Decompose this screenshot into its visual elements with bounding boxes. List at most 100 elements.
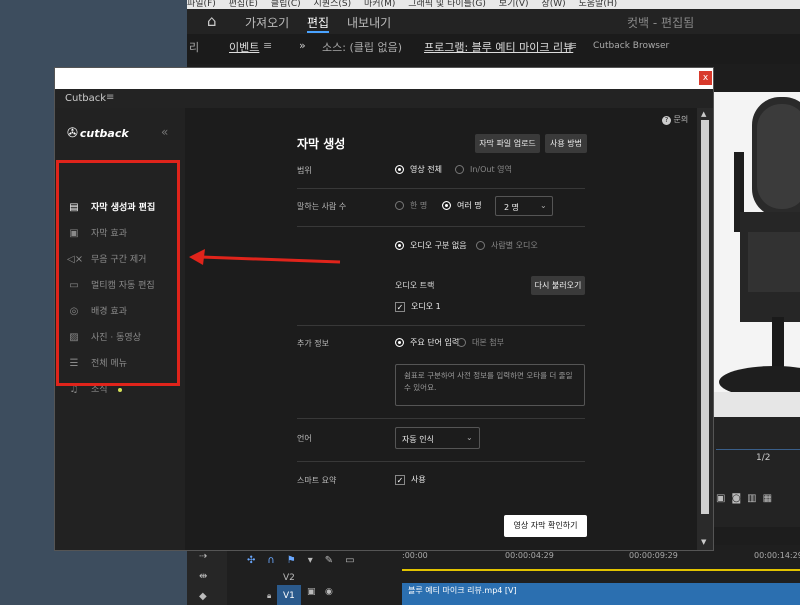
settings-icon[interactable]: ▦ [763,493,778,504]
tools-panel: ⇢ ⇹ ◆ [187,545,227,605]
export-frame-icon[interactable]: ▣ [716,493,731,504]
work-area-bar[interactable] [402,569,800,571]
track-select-tool-icon[interactable]: ⇢ [199,551,207,562]
audio-track-checkbox[interactable]: ✓ 오디오 1 [395,301,441,312]
range-option-inout-label: In/Out 영역 [470,165,512,174]
workspace-tab-export[interactable]: 내보내기 [347,14,391,31]
divider [297,325,585,326]
workspace-tab-import[interactable]: 가져오기 [245,14,289,31]
language-select[interactable]: 자동 인식 ⌄ [395,427,480,449]
annotation-highlight-box [56,160,180,386]
speakers-label: 말하는 사람 수 [297,202,347,211]
menu-sequence[interactable]: 시퀀스(S) [314,0,352,9]
resolution-readout[interactable]: 1/2 [756,453,770,463]
window-menu-icon[interactable]: ≡ [106,92,114,103]
range-label: 범위 [297,166,312,175]
language-label: 언어 [297,434,312,443]
track-label-v2[interactable]: V2 [283,573,295,583]
compare-icon[interactable]: ▥ [747,493,762,504]
camera-icon[interactable]: ◙ [731,493,747,504]
divider [297,188,585,189]
extra-option-keywords-label: 주요 단어 입력 [410,338,460,347]
timeline-panel: ⇢ ⇹ ◆ ✣∩⚑▾✎▭ :00:00 00:00:04:29 00:00:09… [187,545,800,605]
scrollbar[interactable]: ▲ ▼ [697,108,713,550]
extra-option-keywords[interactable]: 주요 단어 입력 [395,337,459,348]
menu-view[interactable]: 보기(V) [499,0,529,9]
scroll-thumb[interactable] [701,120,709,514]
marker-icon[interactable]: ▾ [308,555,325,566]
audio-option-none-label: 오디오 구분 없음 [410,241,467,250]
help-icon: ? [662,116,671,125]
window-header: Cutback ≡ [55,89,713,108]
track-v1-target[interactable]: V1 [277,585,301,605]
microphone-image [712,92,800,417]
scroll-up-icon[interactable]: ▲ [701,110,706,118]
upload-subtitle-button[interactable]: 자막 파일 업로드 [475,134,540,153]
panel-tab-source[interactable]: 소스: (클립 없음) [322,39,402,55]
menu-help[interactable]: 도움말(H) [579,0,618,9]
linked-icon[interactable]: ⚑ [287,555,308,566]
clip-name: 블루 예티 마이크 리뷰.mp4 [V] [408,586,517,595]
check-icon: ✓ [395,301,405,312]
logo-text: cutback [79,127,129,140]
speakers-option-one[interactable]: 한 명 [395,200,427,211]
howto-button[interactable]: 사용 방법 [545,134,587,153]
scroll-down-icon[interactable]: ▼ [701,538,706,546]
panel-tab-events[interactable]: 이벤트 [229,39,259,55]
ripple-edit-tool-icon[interactable]: ⇹ [199,571,207,582]
menu-edit[interactable]: 편집(E) [229,0,258,9]
ruler-time-2: 00:00:09:29 [629,551,678,560]
project-title: 컷백 - 편집됨 [627,16,695,30]
smart-summary-label: 스마트 요약 [297,476,337,485]
program-menu-icon[interactable]: ≡ [568,39,577,52]
snap-icon[interactable]: ✣ [247,555,267,566]
menu-clip[interactable]: 클립(C) [271,0,301,9]
check-icon: ✓ [395,474,405,485]
panel-tab-program[interactable]: 프로그램: 블루 예티 마이크 리뷰 [424,39,573,55]
lock-icon[interactable]: 🔒︎ [267,591,271,601]
extra-info-label: 추가 정보 [297,339,329,348]
close-button[interactable]: x [699,71,712,85]
smart-summary-checkbox[interactable]: ✓ 사용 [395,474,426,485]
panel-overflow-icon[interactable]: » [299,39,306,52]
reload-button[interactable]: 다시 불러오기 [531,276,585,295]
keywords-textarea[interactable]: 쉼표로 구분하여 사전 정보를 입력하면 오타를 더 줄일 수 있어요. [395,364,585,406]
range-option-full[interactable]: 영상 전체 [395,164,442,175]
cutback-logo: ✇ cutback [67,126,129,141]
window-titlebar[interactable]: x [55,68,713,89]
magnet-icon[interactable]: ∩ [267,555,286,566]
audio-option-per-person-label: 사람별 오디오 [491,241,538,250]
collapse-sidebar-icon[interactable]: « [161,125,168,139]
sync-lock-icon[interactable]: ▣ [307,587,316,597]
menu-file[interactable]: 파일(F) [187,0,216,9]
audio-option-per-person[interactable]: 사람별 오디오 [476,240,538,251]
help-link[interactable]: ? 문의 [662,114,688,125]
home-icon[interactable]: ⌂ [207,12,217,30]
playhead-bar[interactable] [716,449,800,450]
wrench-icon[interactable]: ✎ [325,555,345,566]
confirm-subtitle-button[interactable]: 영상 자막 확인하기 [504,515,587,537]
panel-tab-cutback-browser[interactable]: Cutback Browser [593,41,669,51]
menu-graphics[interactable]: 그래픽 및 타이틀(G) [408,0,486,9]
page-title: 자막 생성 [297,137,346,151]
eye-icon[interactable]: ◉ [325,587,333,597]
speaker-count-select[interactable]: 2 명 ⌄ [495,196,553,216]
audio-track-name: 오디오 1 [411,302,441,311]
razor-tool-icon[interactable]: ◆ [199,591,207,602]
language-value: 자동 인식 [402,435,434,444]
extra-option-script[interactable]: 대본 첨부 [457,337,504,348]
speakers-option-multi[interactable]: 여러 명 [442,200,482,211]
ruler-time-0: :00:00 [402,551,428,560]
menu-window[interactable]: 창(W) [541,0,565,9]
workspace-tab-edit[interactable]: 편집 [307,14,330,33]
ruler-time-3: 00:00:14:29 [754,551,800,560]
audio-option-none[interactable]: 오디오 구분 없음 [395,240,467,251]
menu-marker[interactable]: 마커(M) [364,0,395,9]
caption-icon[interactable]: ▭ [345,555,366,566]
speakers-option-one-label: 한 명 [410,201,428,210]
panel-tab-partial[interactable]: 리 [189,39,199,55]
video-clip[interactable]: 블루 예티 마이크 리뷰.mp4 [V] [402,583,800,605]
logo-mark-icon: ✇ [67,126,78,141]
events-menu-icon[interactable]: ≡ [263,39,272,52]
range-option-inout[interactable]: In/Out 영역 [455,164,512,175]
